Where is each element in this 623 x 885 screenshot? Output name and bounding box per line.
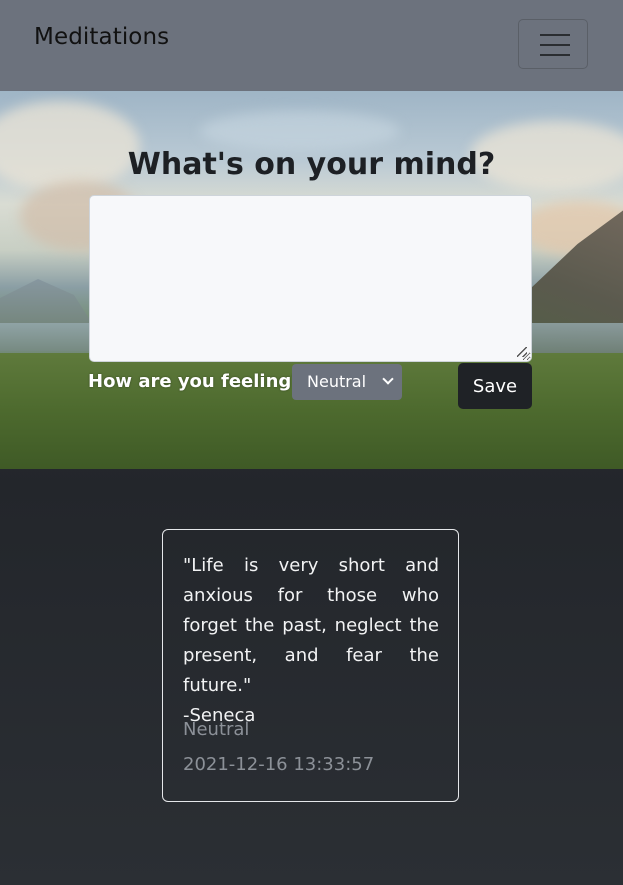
entry-quote-text: "Life is very short and anxious for thos…	[183, 555, 439, 696]
resize-handle-icon[interactable]	[517, 347, 527, 357]
chevron-down-icon	[382, 373, 394, 385]
entry-mood: Neutral	[183, 719, 250, 740]
brand-title[interactable]: Meditations	[34, 24, 169, 50]
save-button[interactable]: Save	[458, 363, 532, 409]
entry-card: "Life is very short and anxious for thos…	[162, 529, 459, 802]
hamburger-menu-icon-bar	[540, 44, 570, 46]
hamburger-menu-icon-bar	[540, 54, 570, 56]
hero-section: What's on your mind? How are you feeling…	[0, 91, 623, 469]
journal-entry-textarea[interactable]	[89, 195, 532, 362]
entry-quote: "Life is very short and anxious for thos…	[183, 551, 439, 731]
feeling-select-value: Neutral	[307, 372, 367, 391]
entry-timestamp: 2021-12-16 13:33:57	[183, 754, 375, 775]
navbar: Meditations	[0, 0, 623, 91]
hamburger-menu-icon	[540, 34, 570, 36]
feeling-label: How are you feeling?	[88, 371, 302, 392]
feeling-select[interactable]: Neutral	[292, 364, 402, 400]
page-heading: What's on your mind?	[127, 147, 496, 182]
background-cloud	[200, 111, 400, 151]
menu-toggle-button[interactable]	[518, 19, 588, 69]
